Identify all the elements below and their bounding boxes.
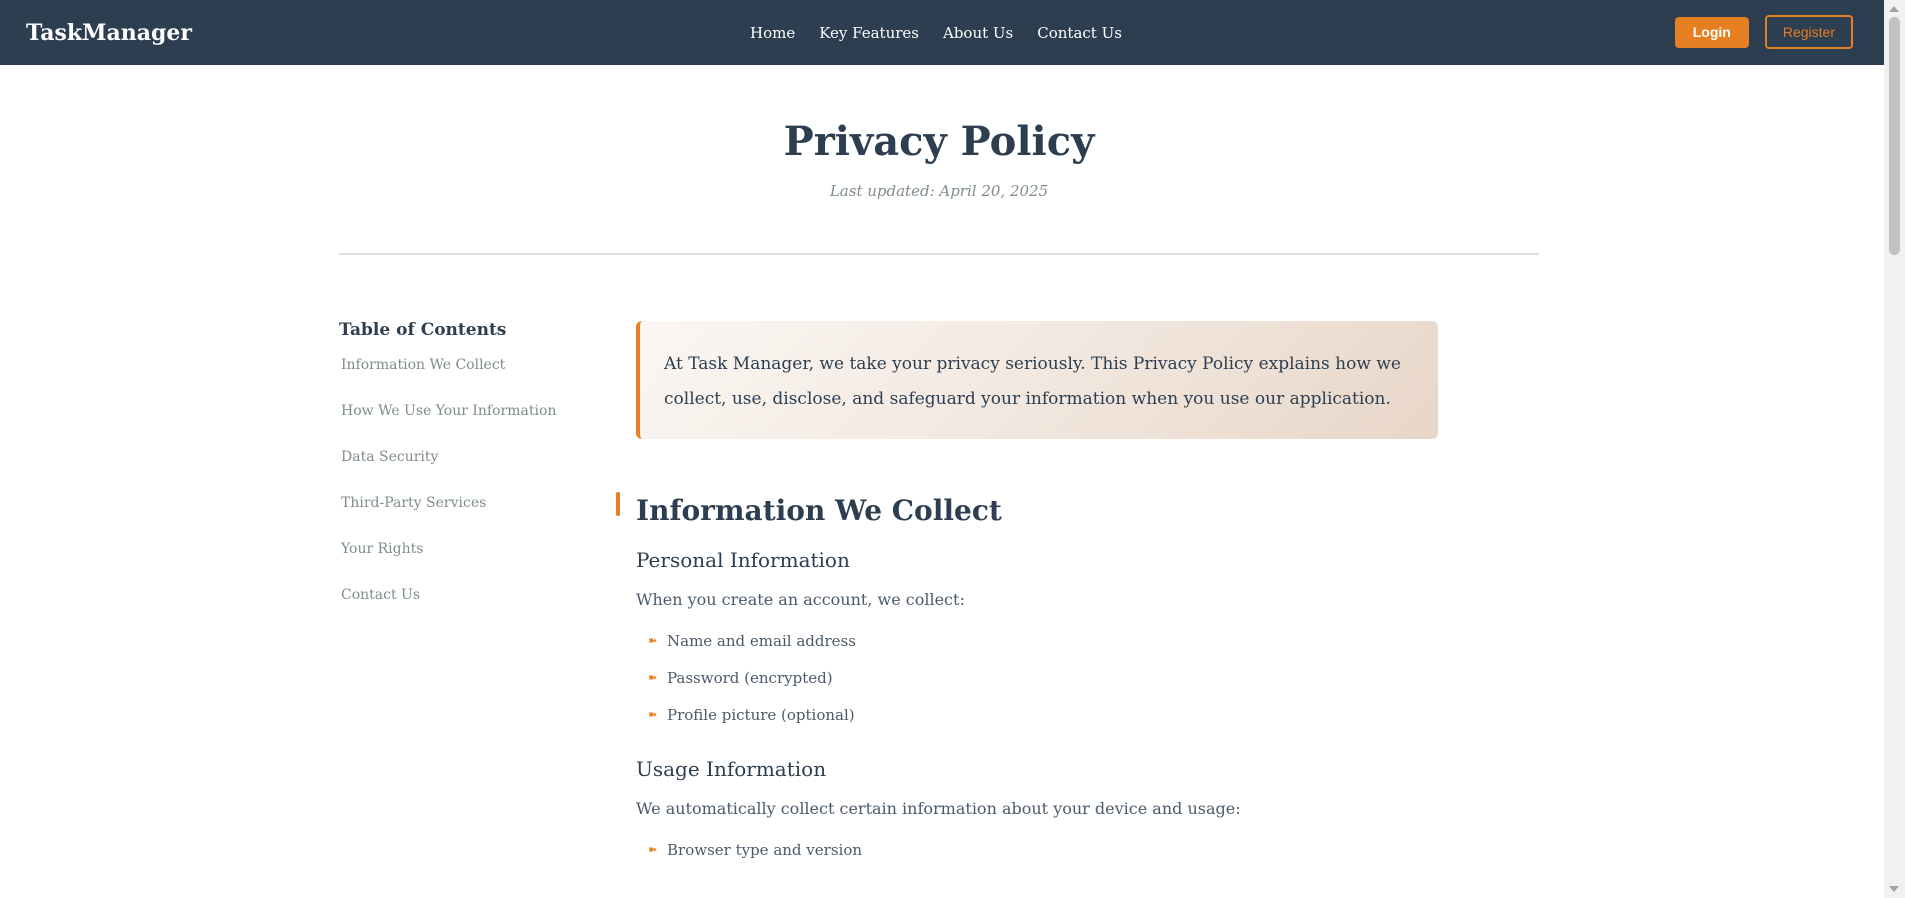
nav-about-us-link[interactable]: About Us [943, 24, 1013, 42]
arrow-bullet-icon: ➽ [648, 671, 658, 684]
nav-key-features-link[interactable]: Key Features [819, 24, 919, 42]
scroll-up-icon[interactable] [1889, 6, 1899, 12]
title-section: Privacy Policy Last updated: April 20, 2… [339, 65, 1539, 255]
list-item-text: Password (encrypted) [667, 669, 833, 687]
auth-buttons: Login Register [1674, 15, 1853, 49]
section-heading-information-we-collect: Information We Collect [616, 492, 1438, 527]
list-item: ➽ Password (encrypted) [636, 671, 1438, 708]
policy-content: At Task Manager, we take your privacy se… [616, 321, 1438, 880]
toc-item-data-security[interactable]: Data Security [339, 448, 579, 494]
arrow-bullet-icon: ➽ [648, 708, 658, 721]
scroll-thumb[interactable] [1889, 17, 1900, 255]
intro-box: At Task Manager, we take your privacy se… [636, 321, 1438, 439]
usage-info-text: We automatically collect certain informa… [636, 799, 1241, 818]
page-scrollbar[interactable] [1884, 0, 1905, 898]
section-marker [616, 492, 620, 516]
register-button[interactable]: Register [1764, 15, 1853, 49]
login-button[interactable]: Login [1674, 16, 1749, 48]
list-item-text: Name and email address [667, 632, 856, 650]
arrow-bullet-icon: ➽ [648, 634, 658, 647]
list-item: ➽ Browser type and version [636, 843, 1438, 880]
list-item-text: Profile picture (optional) [667, 706, 855, 724]
scroll-down-icon[interactable] [1889, 886, 1899, 892]
sub-heading-usage-information: Usage Information [636, 757, 827, 781]
toc-item-information-we-collect[interactable]: Information We Collect [339, 356, 579, 402]
table-of-contents: Table of Contents Information We Collect… [339, 320, 579, 632]
toc-item-third-party-services[interactable]: Third-Party Services [339, 494, 579, 540]
list-item: ➽ Profile picture (optional) [636, 708, 1438, 745]
privacy-policy-page: TaskManager Home Key Features About Us C… [0, 0, 1905, 898]
sub-heading-personal-information: Personal Information [636, 548, 850, 572]
top-navbar: TaskManager Home Key Features About Us C… [0, 0, 1884, 65]
nav-home-link[interactable]: Home [750, 24, 795, 42]
list-item-text: Browser type and version [667, 841, 863, 859]
page-title: Privacy Policy [783, 118, 1095, 165]
arrow-bullet-icon: ➽ [648, 843, 658, 856]
usage-info-list: ➽ Browser type and version [636, 843, 1438, 880]
toc-item-your-rights[interactable]: Your Rights [339, 540, 579, 586]
list-item: ➽ Name and email address [636, 634, 1438, 671]
toc-title: Table of Contents [339, 320, 507, 340]
personal-info-list: ➽ Name and email address ➽ Password (enc… [636, 634, 1438, 745]
section-heading-text: Information We Collect [636, 494, 1002, 527]
toc-item-how-we-use-your-information[interactable]: How We Use Your Information [339, 402, 579, 448]
last-updated: Last updated: April 20, 2025 [829, 182, 1049, 200]
personal-info-text: When you create an account, we collect: [636, 590, 965, 609]
nav-contact-us-link[interactable]: Contact Us [1037, 24, 1122, 42]
toc-item-contact-us[interactable]: Contact Us [339, 586, 579, 632]
nav-links: Home Key Features About Us Contact Us [750, 0, 1122, 65]
brand-logo[interactable]: TaskManager [26, 20, 192, 46]
